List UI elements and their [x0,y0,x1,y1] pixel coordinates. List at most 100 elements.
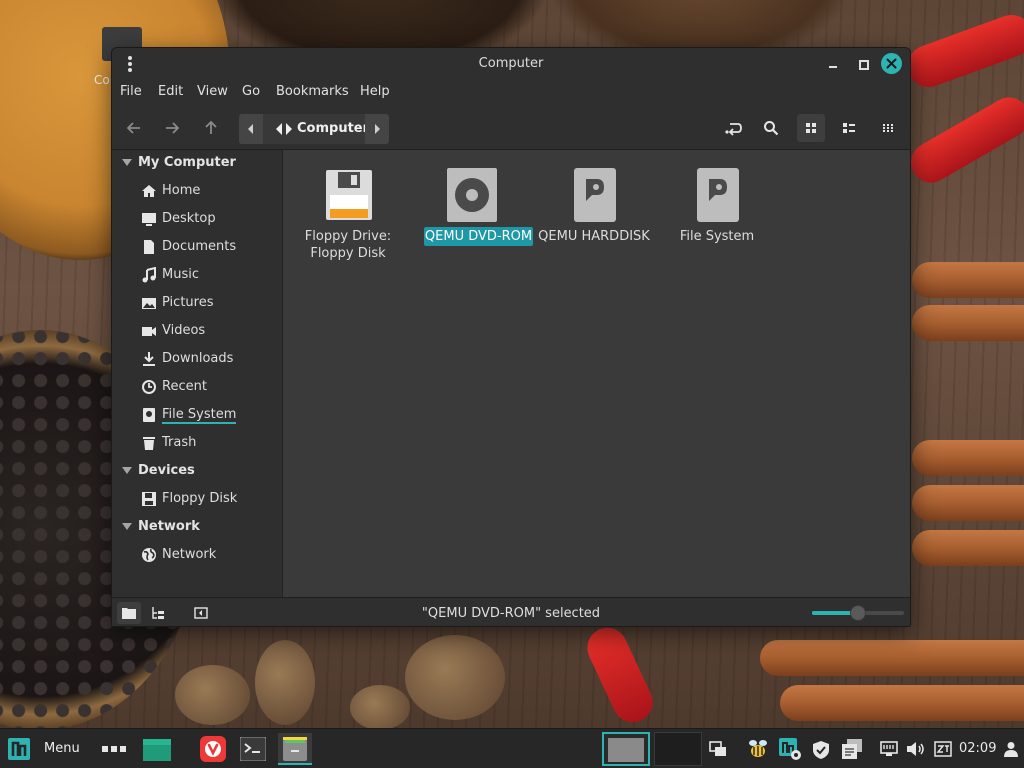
cinnamon-stick [912,305,1024,341]
drive-harddisk[interactable]: QEMU HARDDISK [534,164,654,274]
chili-pepper [580,621,660,728]
sidebar-item-music[interactable]: Music [112,262,283,288]
icon-view-button[interactable] [797,114,825,142]
menu-go[interactable]: Go [242,84,260,99]
workspace-1[interactable] [602,732,650,766]
volume-icon [907,742,924,756]
minimize-button[interactable] [824,54,844,74]
file-manager-icon [283,737,307,761]
shield-icon [813,741,829,759]
sidebar-item-videos[interactable]: Videos [112,318,283,344]
clock[interactable]: 02:09 [959,741,996,756]
drive-file-system[interactable]: File System [657,164,777,274]
window-app-icon [143,739,171,761]
toggle-location-button[interactable] [719,114,747,142]
breadcrumb-computer[interactable]: Computer [273,114,373,144]
zoom-slider-handle[interactable] [850,605,866,621]
close-button[interactable] [881,53,902,74]
sidebar-item-desktop[interactable]: Desktop [112,206,283,232]
tray-security[interactable] [808,733,834,765]
music-note-icon [142,267,156,283]
zoom-slider[interactable] [812,605,904,621]
search-icon [764,121,779,136]
launcher-software[interactable] [140,733,174,765]
keyboard-layout-icon [934,741,952,757]
toolbar: Computer [112,106,910,150]
file-system-icon [697,168,739,222]
sidebar-item-label: Pictures [162,295,214,310]
tray-notifications[interactable] [838,733,866,765]
ethernet-icon [880,741,898,756]
workspace-2[interactable] [654,732,702,766]
drive-label: QEMU HARDDISK [538,229,650,244]
floppy-disk-icon [142,492,156,506]
show-desktop-button[interactable] [100,733,128,765]
launcher-file-manager[interactable] [278,733,312,765]
sidebar-item-pictures[interactable]: Pictures [112,290,283,316]
nutmeg [350,685,410,728]
windows-overlap-icon [709,741,726,756]
launcher-vivaldi[interactable] [198,733,228,765]
drive-floppy[interactable]: Floppy Drive: Floppy Disk [288,164,408,274]
tray-network[interactable] [878,733,900,765]
tray-bee-app[interactable] [744,733,772,765]
menu-bookmarks[interactable]: Bookmarks [276,84,349,99]
sidebar-item-downloads[interactable]: Downloads [112,346,283,372]
window-list-button[interactable] [706,733,730,765]
drive-label-line: Floppy Disk [310,246,386,261]
cinnamon-stick [760,640,1024,676]
menu-view[interactable]: View [197,84,228,99]
vivaldi-icon [200,736,226,762]
tray-update-manager[interactable] [776,733,804,765]
sidebar-section-network[interactable]: Network [112,514,283,540]
back-button[interactable] [120,114,148,142]
sidebar-item-network[interactable]: Network [112,542,283,568]
grid-view-icon [806,123,816,133]
cinnamon-stick [780,685,1024,721]
drive-dvd-rom[interactable]: QEMU DVD-ROM [411,164,533,274]
list-view-button[interactable] [835,114,863,142]
sidebar-item-label: Documents [162,239,237,254]
arrow-up-icon [205,120,217,134]
menu-help[interactable]: Help [360,84,390,99]
path-scroll-left-button[interactable] [239,114,263,144]
sidebar-section-my-computer[interactable]: My Computer [112,150,283,176]
sidebar-section-devices[interactable]: Devices [112,458,283,484]
download-icon [143,352,155,366]
compact-view-icon [883,124,893,132]
compact-view-button[interactable] [874,114,902,142]
menu-file[interactable]: File [120,84,142,99]
sidebar-item-recent[interactable]: Recent [112,374,283,400]
sidebar-item-label: Music [162,267,199,282]
forward-button[interactable] [158,114,186,142]
launcher-terminal[interactable] [238,733,268,765]
sidebar-item-documents[interactable]: Documents [112,234,283,260]
sidebar-item-label: Recent [162,379,207,394]
tray-keyboard-layout[interactable] [932,733,954,765]
user-menu-button[interactable] [1000,733,1022,765]
chili-pepper [901,9,1024,93]
sidebar-item-floppy-disk[interactable]: Floppy Disk [112,486,283,512]
path-scroll-right-button[interactable] [365,114,389,144]
up-button[interactable] [197,114,225,142]
drive-icon [143,408,155,422]
sidebar-item-label: Downloads [162,351,234,366]
desktop-icon [142,213,156,226]
start-menu-button[interactable]: Menu [4,733,84,765]
menu-edit[interactable]: Edit [158,84,183,99]
section-label: Devices [138,463,195,478]
file-view[interactable]: Floppy Drive: Floppy Disk QEMU DVD-ROM Q… [283,150,910,597]
sidebar-item-file-system[interactable]: File System [112,402,283,428]
drive-label: Floppy Drive: Floppy Disk [288,228,408,262]
sidebar-item-trash[interactable]: Trash [112,430,283,456]
globe-icon [142,548,156,562]
title-bar[interactable]: Computer [112,48,910,80]
section-label: Network [138,519,200,534]
sidebar-item-home[interactable]: Home [112,178,283,204]
breadcrumb-label: Computer [297,121,370,136]
close-icon [886,58,897,69]
sidebar-item-label: File System [162,407,237,424]
search-button[interactable] [757,114,785,142]
maximize-button[interactable] [853,54,873,74]
tray-volume[interactable] [904,733,928,765]
